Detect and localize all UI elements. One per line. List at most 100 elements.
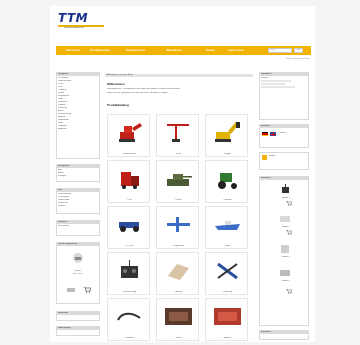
bestseller-item[interactable] [276, 213, 294, 225]
tank-icon [167, 174, 192, 186]
cart-box: Warenkorb 0 Artikel [259, 72, 309, 120]
cart-icon[interactable] [286, 201, 292, 206]
video-icon [165, 308, 192, 325]
bestseller-item[interactable] [276, 184, 294, 196]
category-label: RC Cars [125, 245, 134, 247]
category-label: LKW [127, 199, 132, 201]
bestseller-name[interactable]: Artikel 4 [263, 280, 309, 283]
promo-icon [214, 308, 241, 325]
logo[interactable]: TTM www.ttm-modellbau.de [58, 12, 104, 32]
nav-item-checkout[interactable]: Kasse [206, 48, 215, 52]
manufacturer-select[interactable]: Bitte wählen [58, 225, 98, 228]
category-label: Flugmodelle [173, 245, 184, 247]
cart-icon[interactable] [286, 289, 292, 294]
category-label: Boote [224, 245, 231, 247]
language-label[interactable]: English [269, 155, 307, 158]
category-card[interactable]: Flugmodelle [156, 206, 199, 249]
category-label: Panzer [175, 199, 182, 201]
category-card[interactable]: Aktionen [205, 298, 248, 341]
bestseller-box: Bestseller Artikel 1 Artikel 2 Artikel 3… [259, 176, 309, 326]
rc-car-blue-icon [119, 222, 139, 232]
featured-product-image[interactable] [71, 251, 85, 265]
category-label: Baumaschinen [122, 153, 137, 155]
reviews-box: Bewertungen [56, 326, 100, 336]
nav-item-product-search[interactable]: Produktsuche [90, 48, 110, 52]
category-label: Aktionen [223, 337, 232, 339]
cart-icon[interactable] [286, 230, 292, 235]
product-icon [280, 216, 290, 222]
spare-parts-icon [117, 312, 141, 321]
categories-box: Kategorien RC Modelle Baumaschinen Kräne… [56, 72, 100, 159]
bestseller-name[interactable]: Artikel 2 [263, 226, 309, 229]
product-icon [280, 270, 290, 276]
cart-icon[interactable] [83, 287, 91, 293]
manufacturer-box: Hersteller Bitte wählen [56, 220, 100, 236]
category-link[interactable]: Angebote [58, 128, 98, 131]
currency-box: English [259, 152, 309, 170]
category-card[interactable]: Baumaschinen [107, 114, 150, 157]
currency-icon [262, 155, 267, 160]
remote-icon [282, 184, 289, 193]
category-card[interactable]: LKW [107, 160, 150, 203]
nav-item-cart[interactable]: Warenkorb [166, 48, 182, 52]
category-label: Kräne [175, 153, 182, 155]
category-label: Traktoren [223, 199, 232, 201]
logo-text: TTM [58, 11, 89, 25]
excavator-red-icon [119, 123, 142, 142]
cart-placeholder [261, 85, 295, 88]
digger-yellow-icon [215, 122, 240, 142]
bestseller-name[interactable]: Artikel 1 [263, 197, 309, 200]
product-icon [281, 245, 289, 253]
bestseller-item[interactable] [276, 267, 294, 279]
featured-product-price: EUR 19,95 [73, 273, 83, 275]
bestseller-name[interactable]: Artikel 3 [263, 256, 309, 259]
intro-text: Willkommen bei TTM Modellbau. Hier finde… [107, 88, 181, 90]
category-label: Fernsteuerung [122, 291, 136, 293]
crane-red-icon [167, 124, 189, 142]
category-card[interactable]: Zubehör [156, 252, 199, 295]
truck-red-icon [121, 172, 139, 189]
search-button[interactable]: go [294, 48, 303, 53]
tractor-green-icon [218, 173, 237, 189]
plane-icon [167, 217, 190, 232]
nav-item-imprint[interactable]: Impressum [228, 48, 244, 52]
login-box: Anmelden [259, 330, 309, 340]
flag-en-icon[interactable] [270, 132, 276, 136]
accessory-icon [168, 264, 189, 280]
category-label: Ersatzteile [124, 337, 135, 339]
category-card[interactable]: Werkzeug [205, 252, 248, 295]
boat-icon [215, 221, 240, 230]
nav-item-account[interactable]: Kundenkonto [126, 48, 145, 52]
category-card[interactable]: Kräne [156, 114, 199, 157]
bestseller-item[interactable] [276, 243, 294, 255]
featured-box: Unsere Empfehlung Artikel EUR 19,95 [56, 242, 100, 304]
category-card[interactable]: Videos [156, 298, 199, 341]
language-label[interactable]: Deutsch [279, 132, 307, 135]
category-label: Videos [175, 337, 182, 339]
bestseller-title: Bestseller [260, 177, 308, 180]
category-card[interactable]: Bagger [205, 114, 248, 157]
category-card[interactable]: Traktoren [205, 160, 248, 203]
details-icon[interactable] [67, 288, 75, 292]
category-card[interactable]: Boote [205, 206, 248, 249]
news-box: Neuigkeiten Alle Artikel anzeigen [56, 164, 100, 182]
category-card[interactable]: Ersatzteile [107, 298, 150, 341]
catalog-heading: Produktkatalog [107, 103, 129, 107]
category-card[interactable]: Fernsteuerung [107, 252, 150, 295]
category-card[interactable]: RC Cars [107, 206, 150, 249]
flag-de-icon[interactable] [262, 132, 268, 136]
newsletter-box: Newsletter [56, 311, 100, 321]
breadcrumb: Willkommen in unserem Shop [105, 74, 253, 77]
language-box: Sprachen Deutsch [259, 124, 309, 148]
search-input[interactable]: Suche [268, 48, 292, 53]
nav-item-home[interactable]: Startseite [66, 48, 80, 52]
category-card[interactable]: Panzer [156, 160, 199, 203]
info-link[interactable]: Kontakt [58, 205, 98, 208]
news-link[interactable]: anzeigen [58, 175, 98, 178]
page-title: Willkommen [107, 82, 125, 86]
account-links[interactable]: Konto | Warenkorb | Kasse [230, 58, 310, 62]
featured-title: Unsere Empfehlung [57, 243, 99, 246]
newsletter-title: Newsletter [57, 312, 99, 315]
category-label: Bagger [224, 153, 231, 155]
main-navigation: Startseite Produktsuche Kundenkonto Ware… [56, 46, 311, 55]
